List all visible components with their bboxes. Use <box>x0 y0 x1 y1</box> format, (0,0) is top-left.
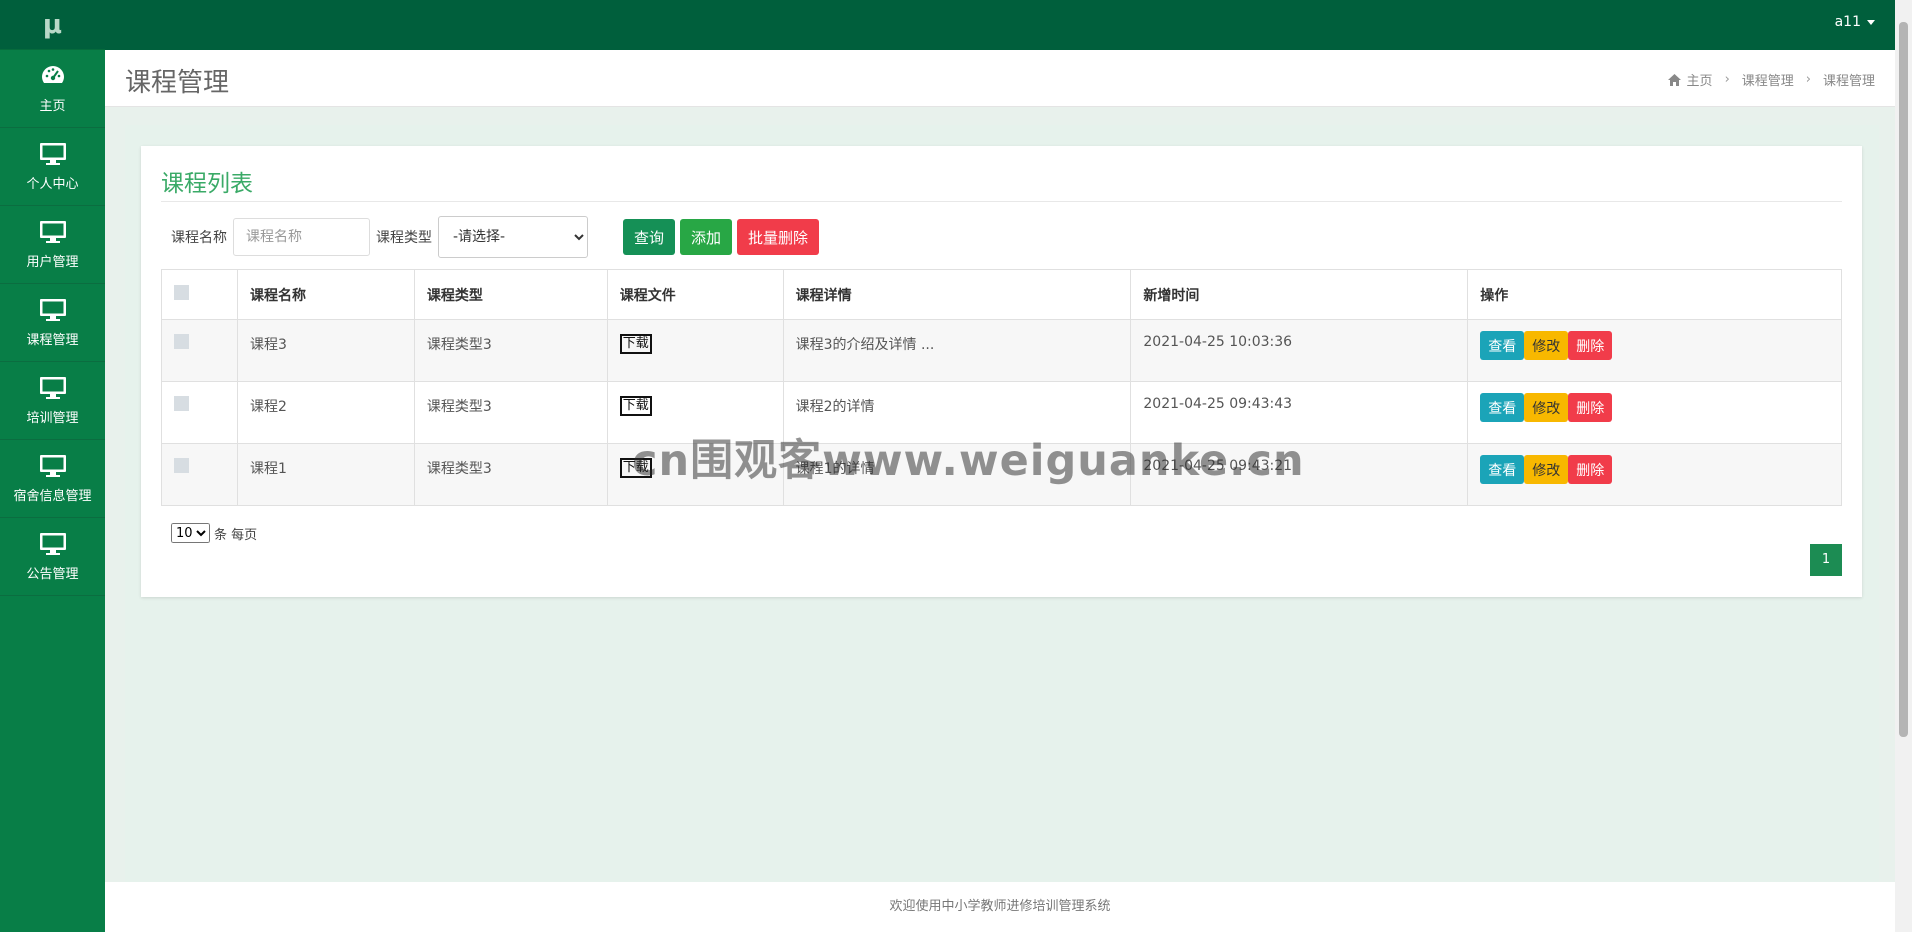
user-menu[interactable]: a11 <box>1835 14 1875 30</box>
sidebar-item-training[interactable]: 培训管理 <box>0 362 105 440</box>
view-button[interactable]: 查看 <box>1480 393 1525 422</box>
sidebar-item-announcements[interactable]: 公告管理 <box>0 518 105 596</box>
watermark: cn围观客www.weiguanke.cn <box>632 436 1305 486</box>
course-type-label: 课程类型 <box>376 230 432 246</box>
sidebar-item-label: 个人中心 <box>26 177 79 192</box>
sidebar-item-courses[interactable]: 课程管理 <box>0 284 105 362</box>
panel-title: 课程列表 <box>161 171 253 197</box>
dashboard-icon <box>41 66 64 83</box>
username: a11 <box>1834 14 1861 30</box>
delete-button[interactable]: 删除 <box>1568 455 1613 484</box>
breadcrumb-separator-icon: › <box>1724 72 1730 87</box>
column-header: 课程类型 <box>413 269 608 320</box>
monitor-icon <box>39 143 66 165</box>
sidebar-item-home[interactable]: 主页 <box>0 50 105 128</box>
actions-cell: 查看 修改 删除 <box>1467 319 1842 382</box>
page-header: 课程管理 主页 › 课程管理 › 课程管理 <box>105 50 1895 107</box>
delete-button[interactable]: 删除 <box>1568 393 1613 422</box>
sidebar-item-label: 用户管理 <box>26 255 79 270</box>
divider <box>161 201 1842 202</box>
breadcrumb-home[interactable]: 主页 <box>1687 70 1713 89</box>
course-type-cell: 课程类型3 <box>413 381 608 444</box>
view-button[interactable]: 查看 <box>1480 455 1525 484</box>
query-button[interactable]: 查询 <box>623 219 676 255</box>
column-header: 新增时间 <box>1130 269 1469 320</box>
created-time-cell: 2021-04-25 10:03:36 <box>1130 319 1469 382</box>
course-name-cell: 课程1 <box>236 443 415 506</box>
page-number-button[interactable]: 1 <box>1810 544 1842 576</box>
course-name-label: 课程名称 <box>171 230 227 246</box>
sidebar-item-users[interactable]: 用户管理 <box>0 206 105 284</box>
sidebar-item-dormitory[interactable]: 宿舍信息管理 <box>0 440 105 518</box>
course-detail-cell: 课程3的介绍及详情 ... <box>782 319 1132 382</box>
logo: μ <box>0 0 105 50</box>
breadcrumb: 主页 › 课程管理 › 课程管理 <box>1667 70 1875 89</box>
actions-cell: 查看 修改 删除 <box>1467 381 1842 444</box>
edit-button[interactable]: 修改 <box>1524 455 1569 484</box>
page-size-select[interactable]: 10 <box>171 523 210 543</box>
monitor-icon <box>39 221 66 243</box>
actions-cell: 查看 修改 删除 <box>1467 443 1842 506</box>
edit-button[interactable]: 修改 <box>1524 393 1569 422</box>
course-type-select[interactable]: -请选择- <box>438 216 588 258</box>
page-title: 课程管理 <box>125 68 230 98</box>
page-size-suffix: 条 每页 <box>214 527 258 543</box>
monitor-icon <box>39 455 66 477</box>
monitor-icon <box>39 299 66 321</box>
delete-button[interactable]: 删除 <box>1568 331 1613 360</box>
sidebar-item-label: 培训管理 <box>26 411 79 426</box>
course-name-cell: 课程2 <box>236 381 415 444</box>
course-name-input[interactable] <box>233 218 370 256</box>
search-bar: 课程名称 课程类型 -请选择- 查询 添加 批量删除 <box>171 216 824 258</box>
course-name-cell: 课程3 <box>236 319 415 382</box>
sidebar-item-label: 宿舍信息管理 <box>13 489 92 504</box>
course-type-cell: 课程类型3 <box>413 319 608 382</box>
breadcrumb-current: 课程管理 <box>1822 74 1875 89</box>
monitor-icon <box>39 533 66 555</box>
table-row: 课程3 课程类型3 下载 课程3的介绍及详情 ... 2021-04-25 10… <box>161 319 1842 382</box>
sidebar: μ 主页 个人中心 用户管理 课程管理 培训管理 宿舍信息管理 公告管理 <box>0 0 105 932</box>
scrollbar[interactable] <box>1895 0 1912 932</box>
column-header: 课程文件 <box>606 269 784 320</box>
course-type-cell: 课程类型3 <box>413 443 608 506</box>
row-checkbox[interactable] <box>174 396 189 411</box>
table-header-row: 课程名称 课程类型 课程文件 课程详情 新增时间 操作 <box>161 269 1842 320</box>
column-header: 操作 <box>1467 269 1842 320</box>
sidebar-item-label: 主页 <box>39 99 66 114</box>
course-list-panel: 课程列表 课程名称 课程类型 -请选择- 查询 添加 批量删除 课程名称 课程类… <box>141 146 1862 597</box>
page-size-control: 10 条 每页 <box>171 523 257 543</box>
footer: 欢迎使用中小学教师进修培训管理系统 <box>105 882 1895 932</box>
column-header: 课程详情 <box>782 269 1132 320</box>
breadcrumb-separator-icon: › <box>1805 72 1811 87</box>
row-checkbox[interactable] <box>174 334 189 349</box>
scrollbar-thumb[interactable] <box>1899 22 1908 737</box>
batch-delete-button[interactable]: 批量删除 <box>737 219 820 255</box>
top-bar: a11 <box>105 0 1895 50</box>
monitor-icon <box>39 377 66 399</box>
breadcrumb-section[interactable]: 课程管理 <box>1742 70 1794 89</box>
sidebar-item-label: 公告管理 <box>26 567 79 582</box>
sidebar-item-profile[interactable]: 个人中心 <box>0 128 105 206</box>
row-checkbox[interactable] <box>174 458 189 473</box>
select-all-cell <box>161 269 238 320</box>
edit-button[interactable]: 修改 <box>1524 331 1569 360</box>
column-header: 课程名称 <box>236 269 415 320</box>
select-all-checkbox[interactable] <box>174 285 189 300</box>
download-link[interactable]: 下载 <box>619 396 652 416</box>
caret-down-icon <box>1867 19 1875 25</box>
home-icon <box>1667 73 1681 86</box>
sidebar-item-label: 课程管理 <box>26 333 79 348</box>
add-button[interactable]: 添加 <box>680 219 733 255</box>
view-button[interactable]: 查看 <box>1480 331 1525 360</box>
download-link[interactable]: 下载 <box>619 334 652 354</box>
